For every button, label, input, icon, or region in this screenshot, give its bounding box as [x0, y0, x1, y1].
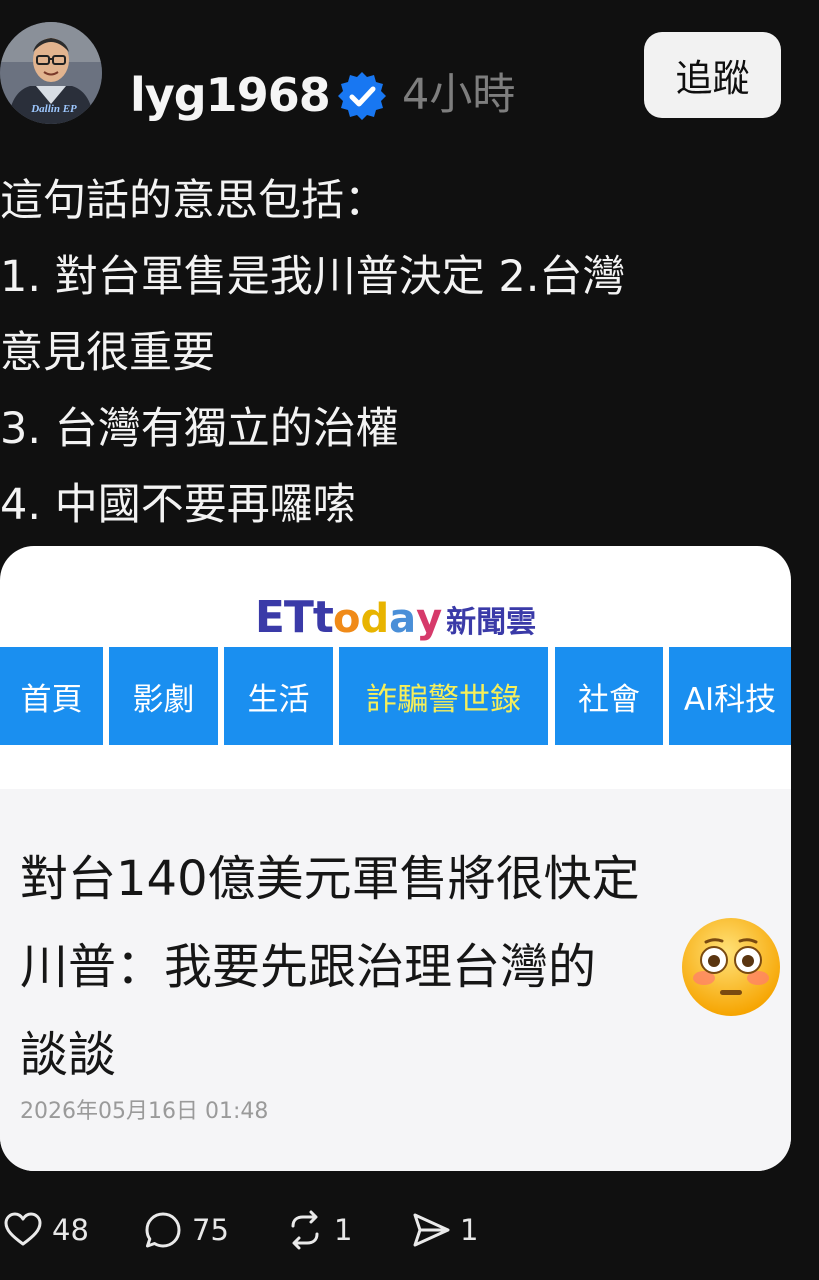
ettoday-logo: ET t o d a y 新聞雲: [255, 592, 536, 643]
post-text-line: 1. 對台軍售是我川普決定 2.台灣: [0, 252, 626, 302]
comment-count: 75: [192, 1213, 229, 1247]
share-count: 1: [460, 1213, 479, 1247]
nav-item-society[interactable]: 社會: [555, 647, 663, 745]
post-text-line: 4. 中國不要再囉嗦: [0, 480, 356, 530]
headline-line: 川普：我要先跟治理台灣的: [20, 939, 597, 995]
nav-item-ai-tech[interactable]: AI科技: [669, 647, 791, 745]
logo-cn: 新聞雲: [446, 604, 537, 640]
card-spacer: [0, 745, 791, 789]
nav-item-home[interactable]: 首頁: [0, 647, 103, 745]
post-header: Dallin EP lyg1968 4小時 追蹤: [0, 22, 819, 132]
logo-a: a: [389, 595, 417, 642]
repost-icon: [291, 1210, 319, 1250]
avatar-image: Dallin EP: [0, 22, 102, 124]
username[interactable]: lyg1968: [130, 72, 331, 118]
nav-item-fraud[interactable]: 詐騙警世錄: [339, 647, 548, 745]
share-button[interactable]: 1: [410, 1202, 478, 1258]
comment-icon: [145, 1212, 181, 1248]
post-text-line: 這句話的意思包括：: [0, 176, 387, 226]
like-count: 48: [52, 1213, 89, 1247]
headline-line: 談談: [20, 1027, 117, 1083]
ettoday-logo-row: ET t o d a y 新聞雲: [0, 582, 791, 652]
repost-count: 1: [334, 1213, 353, 1247]
logo-y: y: [416, 595, 443, 642]
repost-button[interactable]: 1: [284, 1202, 352, 1258]
logo-et: ET: [254, 591, 314, 643]
headline-line: 對台140億美元軍售將很快定: [20, 851, 640, 907]
share-icon: [413, 1213, 450, 1247]
post-body: 這句話的意思包括： 1. 對台軍售是我川普決定 2.台灣 意見很重要 3. 台灣…: [0, 163, 819, 543]
logo-o: o: [332, 595, 361, 642]
nav-item-life[interactable]: 生活: [224, 647, 333, 745]
follow-button[interactable]: 追蹤: [644, 32, 781, 118]
comment-button[interactable]: 75: [142, 1202, 229, 1258]
nav-item-entertainment[interactable]: 影劇: [109, 647, 218, 745]
post-actions-bar: 48 75 1 1: [0, 1202, 819, 1258]
verified-badge-icon: [338, 72, 386, 120]
logo-t: t: [312, 591, 334, 643]
post-text-line: 意見很重要: [0, 328, 215, 378]
avatar-shirt-text: Dallin EP: [30, 103, 77, 115]
link-preview-card[interactable]: ET t o d a y 新聞雲 首頁 影劇 生活 詐騙警世錄 社會 AI科技 …: [0, 546, 791, 1171]
logo-d: d: [360, 595, 390, 642]
flushed-face-emoji: [682, 918, 780, 1016]
post-time: 4小時: [402, 70, 516, 120]
news-nav-bar: 首頁 影劇 生活 詐騙警世錄 社會 AI科技: [0, 647, 791, 745]
post-text-line: 3. 台灣有獨立的治權: [0, 404, 399, 454]
article-date: 2026年05月16日 01:48: [20, 1099, 269, 1124]
like-button[interactable]: 48: [2, 1202, 89, 1258]
avatar[interactable]: Dallin EP: [0, 22, 102, 124]
heart-icon: [4, 1212, 42, 1246]
article-headline[interactable]: 對台140億美元軍售將很快定 川普：我要先跟治理台灣的 談談: [20, 835, 780, 1099]
